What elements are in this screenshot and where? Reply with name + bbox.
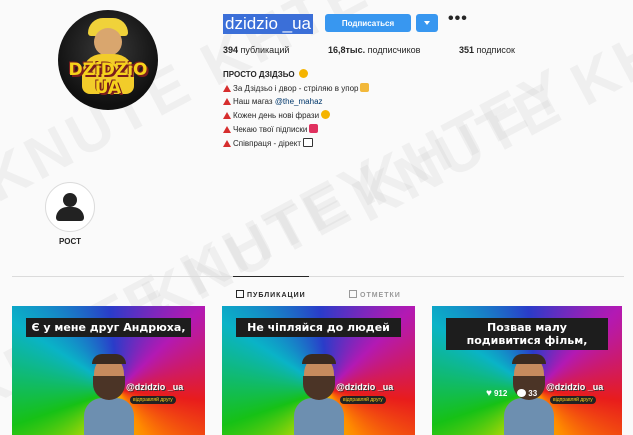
posts-count-value: 394 [223,45,239,55]
profile-full-name: ПРОСТО ДЗІДЗЬО [223,69,308,79]
red-triangle-icon [223,85,231,92]
post-person-hair [512,354,546,364]
tab-posts-label: ПУБЛИКАЦИИ [247,292,306,299]
tabs-divider [12,276,624,277]
following-count[interactable]: 351 подписок [459,45,515,55]
post-caption: Є у мене друг Андрюха, [26,318,191,337]
red-triangle-icon [223,140,231,147]
post-thumbnail[interactable]: Позвав малу подивитися фільм, @dzidzio _… [432,306,622,435]
post-person-image [84,354,134,435]
posts-count-label: публикаций [240,45,290,55]
post-person-hair [92,354,126,364]
red-triangle-icon [223,112,231,119]
red-triangle-icon [223,98,231,105]
post-sub-badge: відправляй другу [550,396,596,404]
bio-line: За Дзідзьо і двор - стріляю в упор [223,83,370,93]
tag-icon [349,290,357,298]
post-sub-badge: відправляй другу [340,396,386,404]
post-person-image [294,354,344,435]
followers-count-value: 16,8тыс. [328,45,366,55]
avatar-head [94,28,122,56]
inbox-tray-icon [303,138,313,147]
person-icon [63,193,77,207]
bio-text: Чекаю твої підписки [233,125,308,134]
post-person-beard [93,376,125,400]
laughing-emoji-icon [298,69,308,78]
story-highlight-label: РОСТ [59,237,81,246]
post-caption: Позвав малу подивитися фільм, [446,318,608,350]
laughing-emoji-icon [321,110,331,119]
thumbs-up-emoji-icon [360,83,370,92]
red-triangle-icon [223,126,231,133]
post-person-body [294,398,344,435]
post-handle: @dzidzio _ua [126,382,184,392]
avatar-logo-text: UA [94,78,122,98]
avatar-logo-text: DZiDZiO [68,60,148,80]
tab-posts[interactable]: ПУБЛИКАЦИИ [236,290,306,299]
post-person-body [504,398,554,435]
post-person-beard [303,376,335,400]
followers-count-label: подписчиков [367,45,421,55]
bio-line: Співпраця - дірект [223,138,313,148]
watermark: KNUTE KHTEY [341,0,633,235]
post-thumbnail[interactable]: Є у мене друг Андрюха, @dzidzio _ua відп… [12,306,205,435]
post-handle: @dzidzio _ua [546,382,604,392]
bio-text: За Дзідзьо і двор - стріляю в упор [233,84,359,93]
chevron-down-icon [424,21,430,25]
bio-link-the-mahaz[interactable]: @the_mahaz [275,97,323,106]
post-comments-count: 33 [528,389,538,398]
post-caption: Не чіпляйся до людей [236,318,401,337]
bio-line: Чекаю твої підписки [223,124,319,134]
heart-icon: ♥ [486,388,492,399]
followers-count[interactable]: 16,8тыс. подписчиков [328,45,420,55]
heart-letter-emoji-icon [309,124,319,133]
post-hover-stats: ♥ 912 33 [486,388,537,399]
profile-avatar[interactable]: DZiDZiO UA [58,10,158,110]
post-sub-badge: відправляй другу [130,396,176,404]
post-likes-count: 912 [493,389,508,398]
comment-icon [517,389,527,397]
bio-text: Наш магаз [233,97,275,106]
bio-line: Кожен день нові фрази [223,110,331,120]
bio-line: Наш магаз @the_mahaz [223,97,323,106]
tab-tagged-label: ОТМЕТКИ [360,292,401,299]
following-count-label: подписок [476,45,515,55]
more-options-icon[interactable]: ••• [448,10,468,28]
post-handle: @dzidzio _ua [336,382,394,392]
person-icon-body [56,207,84,221]
suggestions-dropdown-button[interactable] [416,14,438,32]
tab-tagged[interactable]: ОТМЕТКИ [349,290,401,299]
active-tab-indicator [233,276,309,277]
grid-icon [236,290,244,298]
bio-text: Кожен день нові фрази [233,111,320,120]
post-thumbnail[interactable]: Не чіпляйся до людей @dzidzio _ua відпра… [222,306,415,435]
posts-count: 394 публикаций [223,45,289,55]
profile-username: dzidzio _ua [223,14,314,34]
following-count-value: 351 [459,45,475,55]
bio-text: Співпраця - дірект [233,139,301,148]
full-name-text: ПРОСТО ДЗІДЗЬО [223,70,295,79]
follow-button[interactable]: Подписаться [325,14,411,32]
post-person-body [84,398,134,435]
post-person-hair [302,354,336,364]
story-highlight[interactable] [45,182,95,232]
